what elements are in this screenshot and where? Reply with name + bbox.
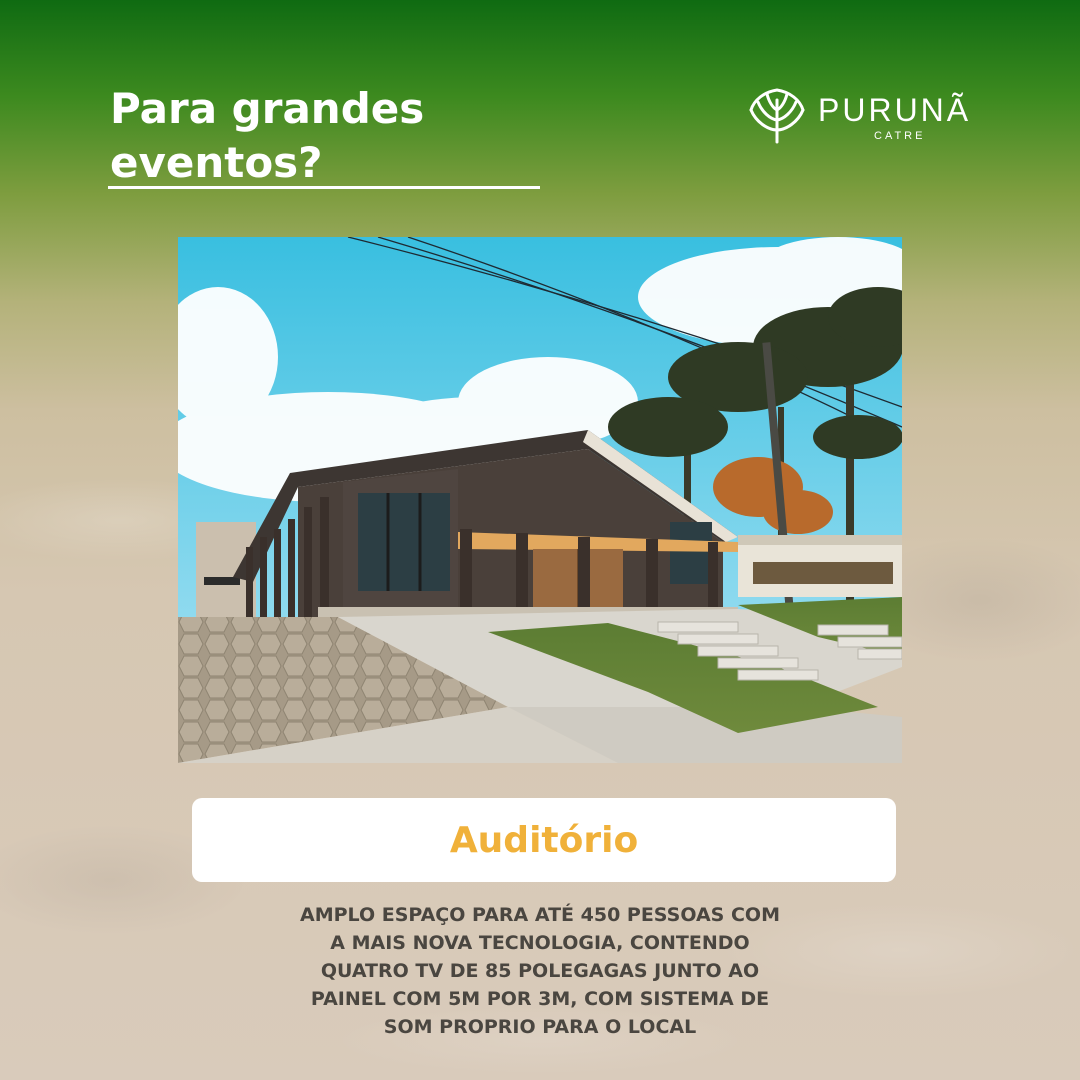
section-label-box: Auditório bbox=[192, 798, 896, 882]
description-line: AMPLO ESPAÇO PARA ATÉ 450 PESSOAS COM bbox=[300, 904, 780, 926]
description: AMPLO ESPAÇO PARA ATÉ 450 PESSOAS COM A … bbox=[240, 901, 840, 1041]
headline: Para grandes eventos? bbox=[110, 82, 540, 190]
description-line: QUATRO TV DE 85 POLEGAGAS JUNTO AO bbox=[320, 960, 760, 982]
brand-name: PURUNÃ bbox=[818, 92, 972, 128]
headline-line: Para grandes bbox=[110, 84, 425, 133]
headline-line: eventos? bbox=[110, 138, 323, 187]
auditorium-photo bbox=[178, 237, 902, 763]
brand-subtitle: CATRE bbox=[874, 130, 926, 142]
section-title: Auditório bbox=[449, 819, 639, 861]
brand-logo: PURUNÃ CATRE bbox=[746, 86, 996, 146]
description-line: PAINEL COM 5M POR 3M, COM SISTEMA DE bbox=[310, 988, 770, 1010]
headline-underline bbox=[108, 186, 540, 189]
description-line: SOM PROPRIO PARA O LOCAL bbox=[383, 1016, 697, 1038]
description-line: A MAIS NOVA TECNOLOGIA, CONTENDO bbox=[330, 932, 750, 954]
palm-leaf-icon bbox=[749, 88, 805, 144]
